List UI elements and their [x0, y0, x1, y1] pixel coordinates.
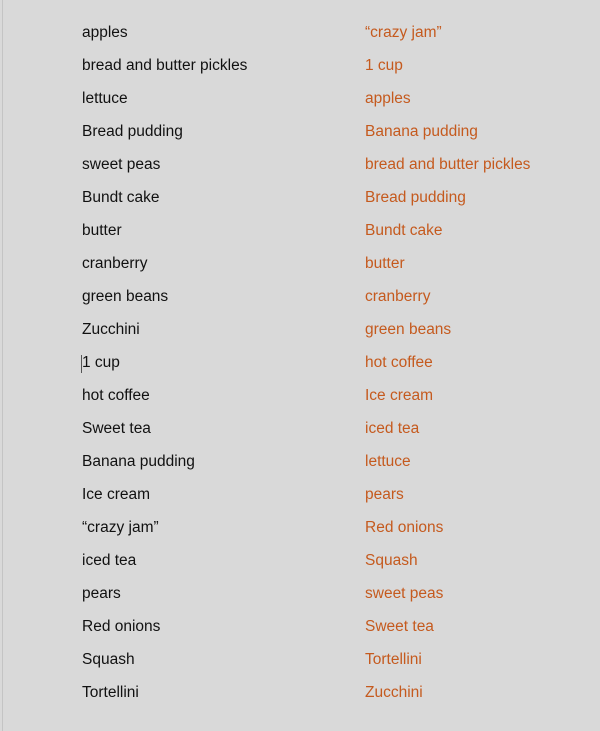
sorted-list-item[interactable]: cranberry [365, 286, 530, 319]
sorted-list-item[interactable]: Sweet tea [365, 616, 530, 649]
list-item[interactable]: Ice cream [82, 484, 247, 517]
list-item[interactable]: pears [82, 583, 247, 616]
sorted-list-item[interactable]: iced tea [365, 418, 530, 451]
list-item[interactable]: Bundt cake [82, 187, 247, 220]
sorted-list-item[interactable]: Bundt cake [365, 220, 530, 253]
sorted-list-item[interactable]: Squash [365, 550, 530, 583]
sorted-list-item[interactable]: butter [365, 253, 530, 286]
list-item[interactable]: sweet peas [82, 154, 247, 187]
list-item[interactable]: Sweet tea [82, 418, 247, 451]
list-item[interactable]: butter [82, 220, 247, 253]
list-item[interactable]: lettuce [82, 88, 247, 121]
sorted-list-item[interactable]: “crazy jam” [365, 22, 530, 55]
sorted-list[interactable]: “crazy jam” 1 cup apples Banana pudding … [365, 22, 530, 715]
original-list[interactable]: apples bread and butter pickles lettuce … [81, 22, 247, 715]
list-item[interactable]: iced tea [82, 550, 247, 583]
sorted-list-item[interactable]: Zucchini [365, 682, 530, 715]
page-edge [2, 0, 3, 731]
sorted-list-item[interactable]: green beans [365, 319, 530, 352]
list-item[interactable]: Bread pudding [82, 121, 247, 154]
sorted-list-item[interactable]: Red onions [365, 517, 530, 550]
sorted-list-item[interactable]: apples [365, 88, 530, 121]
list-item[interactable]: apples [82, 22, 247, 55]
list-item[interactable]: Tortellini [82, 682, 247, 715]
sorted-list-item[interactable]: Tortellini [365, 649, 530, 682]
sorted-list-item[interactable]: pears [365, 484, 530, 517]
sorted-list-item[interactable]: 1 cup [365, 55, 530, 88]
list-item[interactable]: Squash [82, 649, 247, 682]
list-item-with-cursor[interactable]: 1 cup [81, 352, 247, 385]
list-item[interactable]: green beans [82, 286, 247, 319]
list-item[interactable]: “crazy jam” [82, 517, 247, 550]
sorted-list-item[interactable]: hot coffee [365, 352, 530, 385]
sorted-list-item[interactable]: lettuce [365, 451, 530, 484]
sorted-list-item[interactable]: bread and butter pickles [365, 154, 530, 187]
list-item[interactable]: bread and butter pickles [82, 55, 247, 88]
list-item-text: 1 cup [82, 354, 120, 371]
text-cursor [81, 355, 82, 373]
sorted-list-item[interactable]: Ice cream [365, 385, 530, 418]
sorted-list-item[interactable]: Bread pudding [365, 187, 530, 220]
sorted-list-item[interactable]: Banana pudding [365, 121, 530, 154]
list-item[interactable]: hot coffee [82, 385, 247, 418]
list-item[interactable]: cranberry [82, 253, 247, 286]
list-item[interactable]: Banana pudding [82, 451, 247, 484]
list-item[interactable]: Red onions [82, 616, 247, 649]
sorted-list-item[interactable]: sweet peas [365, 583, 530, 616]
list-item[interactable]: Zucchini [82, 319, 247, 352]
